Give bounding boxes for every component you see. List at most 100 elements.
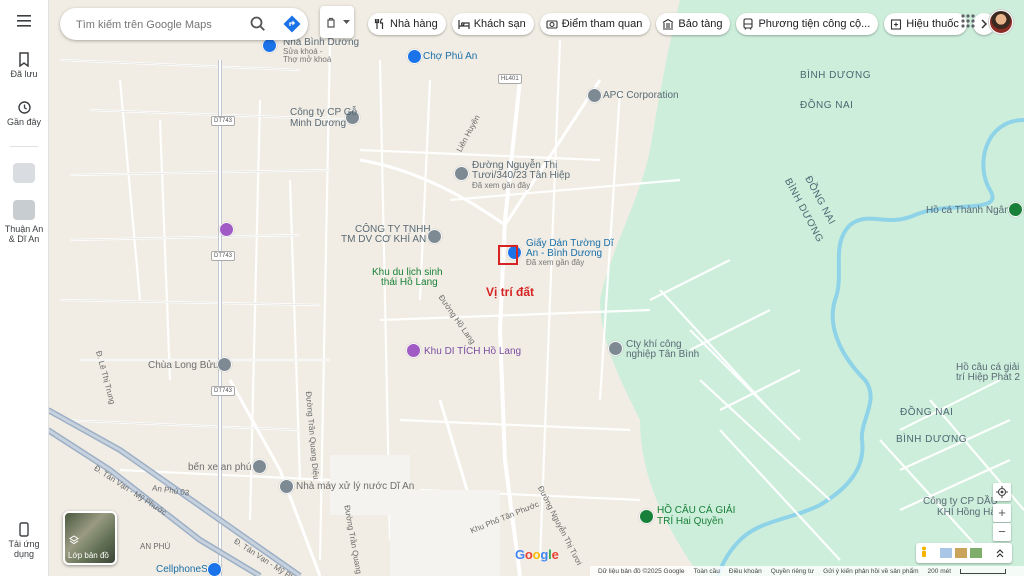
map-label: trí Hiệp Phát 2 (956, 372, 1020, 383)
map-label: HỒ CÂU CÁ GIẢI (657, 505, 736, 516)
layers-icon (69, 535, 79, 545)
chevron-right-icon (981, 19, 987, 29)
map-label: Thợ mở khoá (283, 55, 332, 64)
road-shield: DT743 (211, 386, 236, 396)
menu-button[interactable] (0, 14, 48, 30)
map-label: ĐỒNG NAI (800, 100, 854, 111)
map-label: Hồ cá Thành Ngân (926, 205, 1010, 216)
chip-hotel[interactable]: Khách sạn (451, 13, 534, 35)
apps-grid-icon[interactable] (960, 13, 976, 29)
museum-icon (663, 18, 674, 30)
layers-button[interactable]: Lớp bản đồ (63, 511, 117, 565)
poi-pin[interactable] (217, 357, 232, 372)
imagery-thumb-1[interactable] (940, 548, 952, 558)
poi-pin[interactable] (454, 166, 469, 181)
imagery-thumb-2[interactable] (955, 548, 967, 558)
poi-pin[interactable] (608, 341, 623, 356)
history-icon (17, 101, 31, 114)
zoom-in-button[interactable]: + (993, 504, 1011, 522)
place-label: Thuận An & Dĩ An (4, 224, 44, 244)
chip-attractions[interactable]: Điểm tham quan (539, 13, 651, 35)
zoom-out-button[interactable]: − (993, 523, 1011, 541)
transit-icon (743, 18, 754, 30)
poi-pin[interactable] (587, 88, 602, 103)
terms-link[interactable]: Điều khoản (729, 568, 762, 575)
chevron-down-icon (343, 20, 350, 24)
left-rail: Đã lưu Gần đây Thuận An & Dĩ An Tải ứng … (0, 0, 49, 576)
search-box[interactable] (60, 8, 308, 40)
my-location-button[interactable] (993, 483, 1011, 501)
recent-place-2[interactable]: Thuận An & Dĩ An (0, 200, 48, 244)
poi-pin[interactable] (427, 229, 442, 244)
chip-label: Điểm tham quan (561, 18, 643, 30)
chip-museum[interactable]: Bảo tàng (656, 13, 731, 35)
land-location-label: Vị trí đất (486, 285, 535, 299)
chip-label: Bảo tàng (678, 18, 723, 30)
road-shield: DT743 (211, 251, 236, 261)
chip-transit[interactable]: Phương tiện công cộ... (736, 13, 879, 35)
layers-label: Lớp bản đồ (68, 551, 109, 560)
map-footer: Dữ liệu bản đồ ©2025 Google Toàn cầu Điề… (590, 566, 1024, 576)
saved-button[interactable]: Đã lưu (0, 52, 48, 79)
map-label: TRÍ Hai Quyền (657, 516, 724, 527)
pharmacy-icon (891, 19, 902, 30)
poi-pin[interactable] (219, 222, 234, 237)
hotel-icon (458, 20, 470, 29)
poi-pin[interactable] (279, 479, 294, 494)
imagery-bar (916, 543, 1012, 563)
place-thumbnail (13, 163, 35, 183)
directions-icon[interactable] (282, 14, 302, 34)
search-input[interactable] (74, 15, 248, 35)
road-shield: HL401 (498, 74, 522, 84)
chip-label: Khách sạn (473, 18, 526, 30)
imagery-thumb-3[interactable] (970, 548, 982, 558)
bag-icon (327, 17, 335, 28)
my-location-icon (996, 486, 1008, 498)
collection-dropdown[interactable] (320, 6, 354, 38)
map-label: Khu DI TÍCH Hồ Lang (424, 346, 522, 357)
map-label: Minh Dương (290, 118, 347, 129)
saved-label: Đã lưu (10, 69, 38, 79)
map-label: Đã xem gần đây (472, 181, 531, 190)
map-label: CellphoneS (156, 564, 208, 575)
minus-icon: − (998, 524, 1006, 539)
map-label: APC Corporation (603, 90, 679, 101)
camera-icon (546, 20, 558, 29)
avatar[interactable] (989, 10, 1013, 34)
expand-up-icon[interactable] (996, 548, 1004, 558)
bookmark-icon (19, 52, 29, 67)
map-label: thái Hồ Lang (381, 277, 438, 288)
map-label: Đã xem gần đây (526, 258, 585, 267)
chip-label: Hiệu thuốc (906, 18, 959, 30)
map-label: KHÍ Hồng Hà (937, 507, 996, 518)
map-label: Nhà máy xử lý nước Dĩ An (296, 481, 415, 492)
pegman-icon[interactable] (920, 546, 928, 560)
chip-pharmacy[interactable]: Hiệu thuốc (884, 13, 967, 35)
poi-pin[interactable] (406, 343, 421, 358)
recent-button[interactable]: Gần đây (0, 100, 48, 127)
scale-label[interactable]: 200 mét (928, 568, 952, 575)
recent-place-1[interactable] (0, 163, 48, 183)
poi-pin[interactable] (1008, 202, 1023, 217)
poi-pin[interactable] (252, 459, 267, 474)
map-label: ĐỒNG NAI (900, 407, 954, 418)
poi-pin[interactable] (207, 562, 222, 576)
map-data-text: Dữ liệu bản đồ ©2025 Google (598, 567, 685, 575)
chip-restaurant[interactable]: Nhà hàng (368, 13, 446, 35)
global-link[interactable]: Toàn cầu (693, 568, 719, 575)
search-icon[interactable] (248, 14, 268, 34)
recent-label: Gần đây (6, 117, 42, 127)
map-canvas[interactable]: Nhà Bình Dương Sửa khoá - Thợ mở khoá Ch… (48, 0, 1024, 576)
rail-divider (10, 146, 38, 147)
map-label: nghiệp Tân Bình (626, 349, 700, 360)
menu-icon (17, 15, 31, 27)
privacy-link[interactable]: Quyền riêng tư (771, 568, 814, 575)
poi-pin[interactable] (407, 49, 422, 64)
poi-pin[interactable] (262, 38, 277, 53)
map-label: BÌNH DƯƠNG (896, 434, 968, 445)
google-logo: Google (515, 547, 559, 562)
download-app-button[interactable]: Tải ứng dụng (0, 522, 48, 559)
poi-pin[interactable] (639, 509, 654, 524)
feedback-link[interactable]: Gửi ý kiến phản hồi về sản phẩm (823, 568, 918, 575)
plus-icon: + (998, 505, 1006, 520)
